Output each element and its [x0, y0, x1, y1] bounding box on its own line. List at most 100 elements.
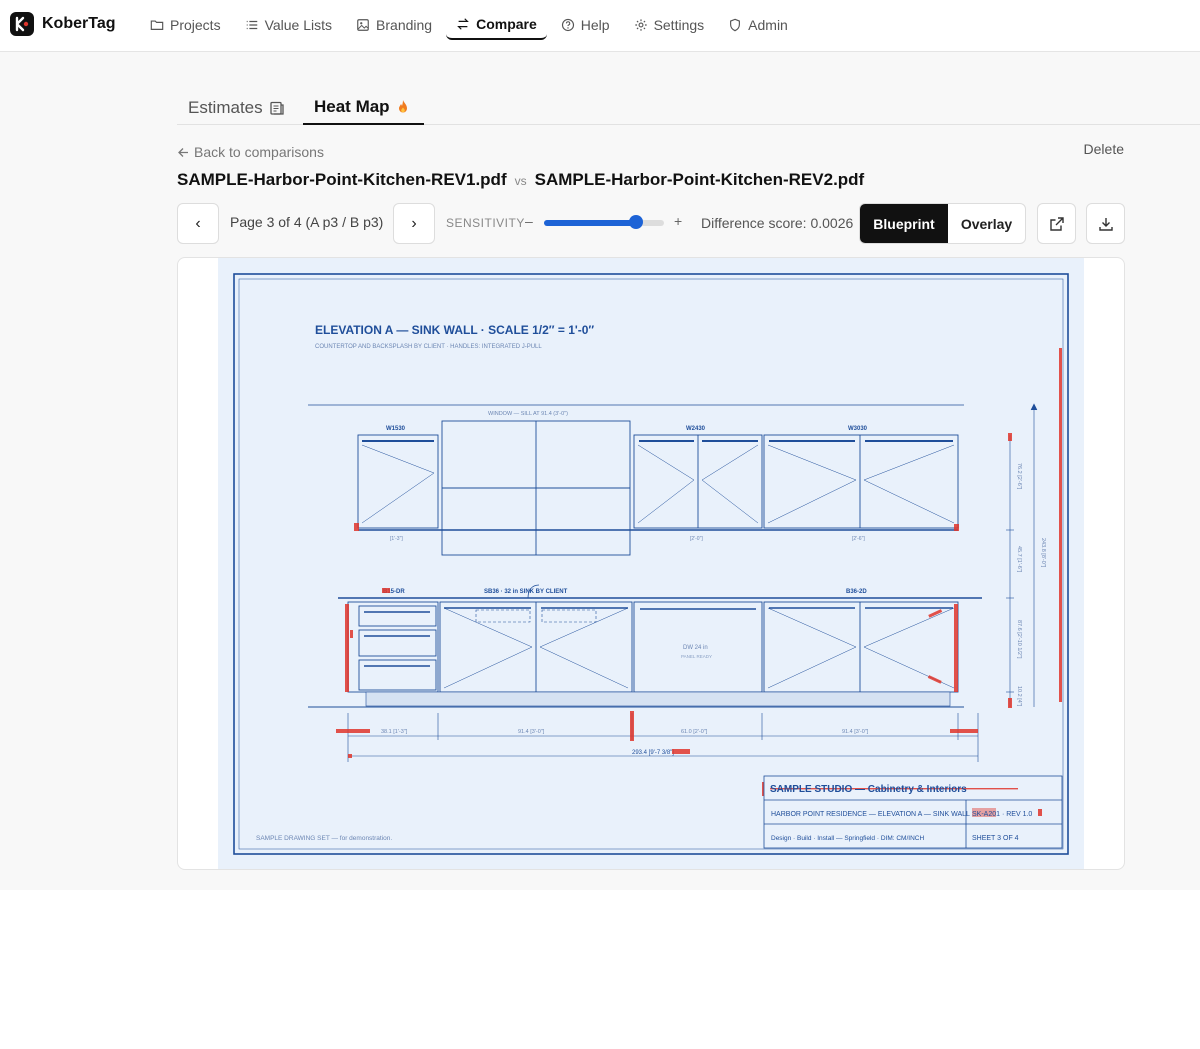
- overlay-mode-button[interactable]: Overlay: [948, 204, 1025, 243]
- sheet-inner-border: [238, 278, 1064, 850]
- heatmap-viewer[interactable]: ELEVATION A — SINK WALL · SCALE 1/2″ = 1…: [177, 257, 1125, 870]
- door-swing: [767, 607, 955, 689]
- diff-mark: [1059, 348, 1062, 702]
- window-label: WINDOW — SILL AT 91.4 (3'-0"): [488, 411, 568, 417]
- diff-mark: [928, 609, 943, 618]
- prev-page-button[interactable]: ‹: [177, 203, 219, 244]
- upper-cabinet-w3030: [763, 434, 959, 529]
- vdim-upper: 76.2 [2'-6"]: [1016, 463, 1022, 490]
- dim-dw: 61.0 [2'-0"]: [681, 729, 708, 735]
- nav-help[interactable]: Help: [551, 10, 620, 40]
- dishwasher-sublabel: PANEL READY: [681, 654, 712, 659]
- compared-files: SAMPLE-Harbor-Point-Kitchen-REV1.pdf vs …: [177, 170, 864, 190]
- diff-mark: [927, 675, 942, 684]
- flame-icon: [398, 99, 407, 112]
- disclaimer: SAMPLE DRAWING SET — for demonstration.: [256, 835, 392, 842]
- sheet-border: [233, 273, 1069, 855]
- sensitivity-slider-fill: [544, 220, 637, 226]
- sink-outline: [475, 609, 531, 623]
- drawer-bottom: [358, 659, 437, 691]
- drawing-subtitle: COUNTERTOP AND BACKSPLASH BY CLIENT · HA…: [315, 344, 542, 350]
- diff-mark: [672, 749, 690, 754]
- nav-admin-label: Admin: [748, 17, 788, 33]
- diff-mark: [954, 604, 958, 692]
- arrow-left-icon: [178, 147, 188, 157]
- nav-compare[interactable]: Compare: [446, 10, 547, 40]
- drawing-sheet: ELEVATION A — SINK WALL · SCALE 1/2″ = 1…: [218, 258, 1084, 869]
- upper-label-w1530: W1530: [386, 426, 406, 432]
- nav-settings[interactable]: Settings: [624, 10, 715, 40]
- diff-mark: [950, 729, 978, 733]
- elevation-drawing: ELEVATION A — SINK WALL · SCALE 1/2″ = 1…: [233, 273, 1069, 855]
- difference-score: Difference score: 0.0026: [701, 215, 854, 231]
- back-to-comparisons-link[interactable]: Back to comparisons: [177, 144, 324, 160]
- diff-mark: [630, 711, 634, 741]
- nav-value-lists-label: Value Lists: [264, 17, 333, 33]
- dim-b15: 38.1 [1'-3"]: [381, 729, 408, 735]
- file-b-name: SAMPLE-Harbor-Point-Kitchen-REV2.pdf: [534, 170, 865, 189]
- gear-icon: [634, 19, 647, 31]
- nav-compare-label: Compare: [476, 16, 537, 32]
- app-logo[interactable]: KoberTag: [10, 12, 115, 36]
- upper-cabinets: [357, 420, 959, 556]
- page-footer-space: [0, 890, 1200, 1049]
- document-icon: [269, 101, 284, 115]
- upper-cabinet-w1530: [357, 434, 439, 529]
- download-button[interactable]: [1086, 203, 1125, 244]
- delete-button[interactable]: Delete: [1084, 141, 1124, 157]
- lower-cabinets: [308, 601, 964, 708]
- nav-branding[interactable]: Branding: [346, 10, 442, 40]
- vdim-overall: 243.8 [8'-0"]: [1040, 538, 1046, 568]
- view-tabs: Estimates Heat Map: [177, 80, 1200, 125]
- nav-value-lists[interactable]: Value Lists: [235, 10, 342, 40]
- dim-sb36: 91.4 [3'-0"]: [518, 729, 545, 735]
- drawer-middle: [358, 629, 437, 657]
- next-page-button[interactable]: ›: [393, 203, 435, 244]
- toe-kick: [365, 691, 951, 707]
- nav-projects-label: Projects: [170, 17, 221, 33]
- sensitivity-decrease-button[interactable]: –: [525, 213, 533, 229]
- open-external-button[interactable]: [1037, 203, 1076, 244]
- sheet-code: SK-A201 · REV 1.0: [972, 811, 1032, 818]
- back-label: Back to comparisons: [194, 144, 324, 160]
- nav-admin[interactable]: Admin: [718, 10, 798, 40]
- vdim-base: 87.6 [2'-10 1/2"]: [1016, 620, 1022, 659]
- page-indicator: Page 3 of 4 (A p3 / B p3): [230, 214, 384, 230]
- dishwasher-label: DW 24 in: [683, 645, 708, 651]
- tab-heatmap-label: Heat Map: [314, 96, 390, 116]
- shield-icon: [730, 18, 741, 32]
- difference-highlights: [336, 348, 1062, 817]
- nav-projects[interactable]: Projects: [140, 10, 231, 40]
- list-icon: [246, 20, 257, 30]
- upper-label-w2430: W2430: [686, 426, 706, 432]
- main-nav: Projects Value Lists Branding Compare He…: [140, 10, 798, 40]
- help-circle-icon: [561, 18, 574, 32]
- tab-heatmap[interactable]: Heat Map: [303, 90, 424, 125]
- diff-mark: [954, 524, 959, 531]
- top-navbar: KoberTag Projects Value Lists Branding C…: [0, 0, 1200, 52]
- lower-label-sb36: SB36 · 32 in SINK BY CLIENT: [484, 589, 568, 595]
- nav-branding-label: Branding: [376, 17, 433, 33]
- sensitivity-increase-button[interactable]: +: [674, 213, 682, 229]
- diff-mark: [1008, 433, 1012, 441]
- nav-settings-label: Settings: [653, 17, 705, 33]
- sensitivity-slider[interactable]: [544, 215, 664, 229]
- lower-cabinet-b15: [347, 601, 439, 693]
- sensitivity-slider-thumb[interactable]: [629, 215, 644, 229]
- diff-mark: [354, 523, 359, 531]
- sink-outline: [541, 609, 597, 623]
- lower-label-b36: B36-2D: [846, 589, 867, 595]
- kobertag-logo-icon: [10, 12, 34, 36]
- compare-arrows-icon: [457, 18, 469, 30]
- upper-size-2: [2'-0"]: [690, 536, 703, 542]
- dimension-arrow: [1030, 403, 1038, 411]
- tab-estimates[interactable]: Estimates: [177, 90, 296, 125]
- footer-line: Design · Build · Install — Springfield ·…: [771, 835, 924, 842]
- upper-size-1: [1'-3"]: [390, 536, 403, 542]
- diff-mark: [336, 729, 370, 733]
- blueprint-mode-button[interactable]: Blueprint: [860, 204, 948, 243]
- diff-mark: [348, 754, 352, 758]
- image-icon: [357, 19, 369, 31]
- folder-icon: [150, 20, 164, 30]
- diff-mark: [345, 604, 349, 692]
